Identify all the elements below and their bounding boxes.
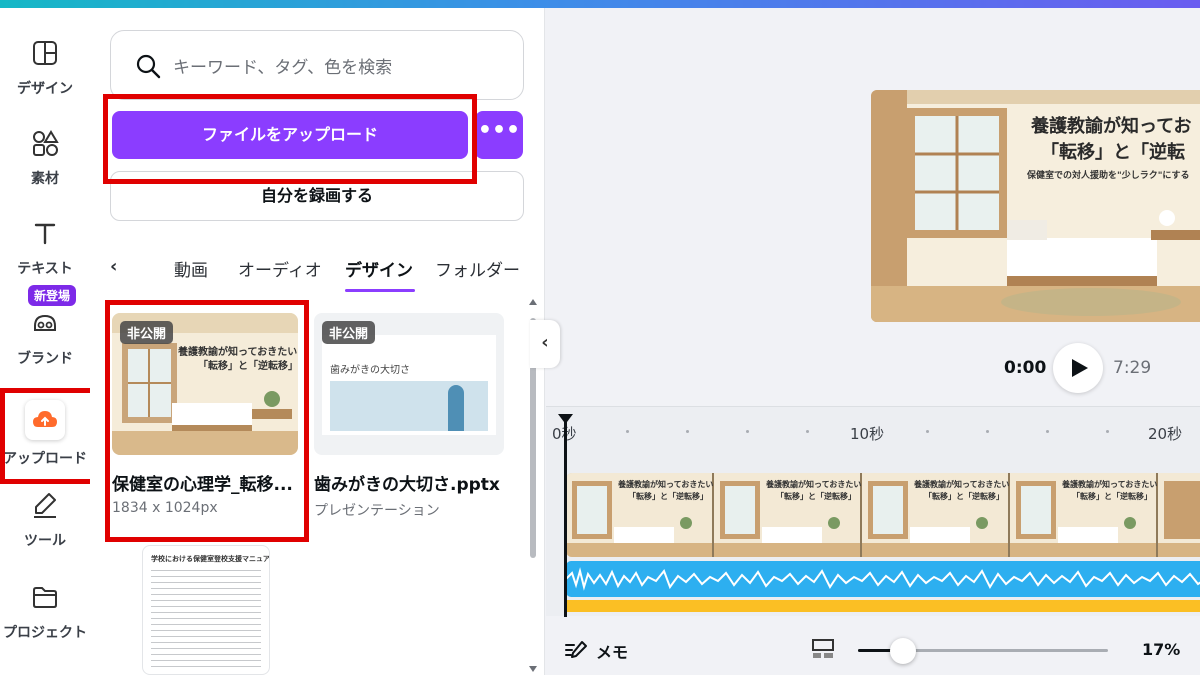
scroll-down-icon[interactable] (528, 665, 538, 673)
upload-tabs: ‹ 動画 オーディオ デザイン フォルダー (110, 256, 530, 296)
audio-waveform (566, 567, 1200, 591)
tab-video[interactable]: 動画 (174, 256, 208, 281)
zoom-level[interactable]: 17% (1142, 640, 1180, 659)
rail-item-design[interactable]: デザイン (0, 38, 90, 118)
chevron-left-icon: ‹ (541, 332, 549, 353)
rail-item-projects[interactable]: プロジェクト (0, 582, 90, 662)
current-time: 0:00 (1004, 358, 1047, 378)
frame-subtitle: 「転移」と「逆転移」 (628, 491, 708, 501)
folder-icon (33, 587, 57, 608)
pptx-card-type: プレゼンテーション (314, 503, 440, 519)
pptx-slide-preview: 歯みがきの大切さ (322, 335, 496, 435)
tick-dot (746, 430, 749, 433)
rail-item-tools[interactable]: ツール (0, 490, 90, 570)
tick-label: 20秒 (1148, 425, 1183, 443)
frame-title: 養護教諭が知っておきたい (1062, 479, 1158, 489)
timeline-view-icon[interactable] (811, 637, 835, 661)
private-badge: 非公開 (120, 321, 174, 344)
audio-track[interactable] (566, 561, 1200, 597)
search-placeholder: キーワード、タグ、色を検索 (173, 58, 393, 78)
tick-label: 10秒 (850, 425, 885, 443)
bottom-toolbar: メモ 17% (546, 625, 1200, 675)
secondary-track[interactable] (566, 600, 1200, 612)
more-options-button[interactable]: ••• (475, 111, 523, 159)
timeline[interactable]: 0秒 10秒 20秒 (546, 406, 1200, 617)
rail-label-tools: ツール (24, 533, 66, 549)
tick-dot (626, 430, 629, 433)
notes-icon[interactable] (564, 639, 588, 661)
frame-subtitle: 「転移」と「逆転移」 (776, 491, 856, 501)
preview-title-line1: 養護教諭が知ってお (1031, 116, 1192, 137)
doc-thumb-title: 学校における保健室登校支援マニュアル (151, 555, 270, 563)
private-badge: 非公開 (322, 321, 376, 344)
canvas-preview[interactable]: 養護教諭が知ってお 「転移」と「逆転 保健室での対人援助を"少しラク"にする (871, 90, 1200, 322)
shapes-icon (33, 130, 59, 156)
pptx-card-title[interactable]: 歯みがきの大切さ.pptx (314, 470, 500, 495)
pptx-slide-heading: 歯みがきの大切さ (330, 365, 410, 376)
rail-item-brand[interactable]: ブランド (0, 308, 90, 388)
active-tab-indicator (345, 289, 415, 292)
notes-label[interactable]: メモ (596, 639, 628, 663)
tick-dot (926, 430, 929, 433)
draw-icon (34, 493, 56, 518)
preview-subtitle: 保健室での対人援助を"少しラク"にする (1027, 171, 1190, 181)
frame-title: 養護教諭が知っておきたい (914, 479, 1010, 489)
tick-dot (686, 430, 689, 433)
tab-folder[interactable]: フォルダー (435, 256, 520, 281)
highlight-box-upload-button (103, 94, 477, 184)
playhead-marker-icon (558, 414, 573, 424)
search-icon (136, 54, 161, 79)
play-button[interactable] (1053, 343, 1103, 393)
frame-subtitle: 「転移」と「逆転移」 (1072, 491, 1152, 501)
left-rail: デザイン 素材 テキスト ブランド アップロード ツール プロジェクト (0, 8, 90, 675)
rail-item-elements[interactable]: 素材 (0, 128, 90, 208)
top-gradient-bar (0, 0, 1200, 8)
rail-label-design: デザイン (17, 81, 73, 97)
tick-dot (986, 430, 989, 433)
rail-label-brand: ブランド (17, 351, 73, 367)
preview-title-line2: 「転移」と「逆転 (1041, 142, 1185, 163)
rail-label-elements: 素材 (31, 171, 59, 187)
tab-audio[interactable]: オーディオ (238, 256, 322, 281)
tick-dot (806, 430, 809, 433)
video-clip-track[interactable]: 養護教諭が知っておきたい 「転移」と「逆転移」 養護教諭が知っておきたい 「転移… (566, 473, 1200, 557)
zoom-slider-knob[interactable] (890, 638, 916, 664)
pptx-slide-photo (330, 381, 488, 431)
tabs-scroll-left-icon[interactable]: ‹ (110, 256, 117, 277)
frame-title: 養護教諭が知っておきたい (618, 479, 714, 489)
total-time: 7:29 (1113, 358, 1152, 378)
frame-title: 養護教諭が知っておきたい (766, 479, 862, 489)
tick-dot (1046, 430, 1049, 433)
tab-design[interactable]: デザイン (345, 256, 413, 281)
playhead[interactable] (558, 414, 573, 617)
rail-label-text: テキスト (17, 261, 73, 277)
highlight-box-uploads (0, 388, 103, 484)
text-icon (34, 223, 56, 245)
search-box[interactable]: キーワード、タグ、色を検索 (110, 30, 524, 100)
tick-dot (1106, 430, 1109, 433)
layout-icon (33, 41, 57, 65)
play-icon (1072, 359, 1088, 377)
collapse-panel-button[interactable]: ‹ (530, 320, 560, 368)
scroll-up-icon[interactable] (528, 298, 538, 306)
new-badge: 新登場 (28, 285, 77, 306)
rail-label-projects: プロジェクト (3, 625, 87, 641)
pptx-card-thumbnail[interactable]: 非公開 歯みがきの大切さ (314, 313, 504, 455)
brand-icon (34, 314, 56, 331)
doc-thumb-lines (151, 570, 261, 670)
frame-subtitle: 「転移」と「逆転移」 (924, 491, 1004, 501)
doc-card-thumbnail[interactable]: 学校における保健室登校支援マニュアル (142, 545, 270, 675)
